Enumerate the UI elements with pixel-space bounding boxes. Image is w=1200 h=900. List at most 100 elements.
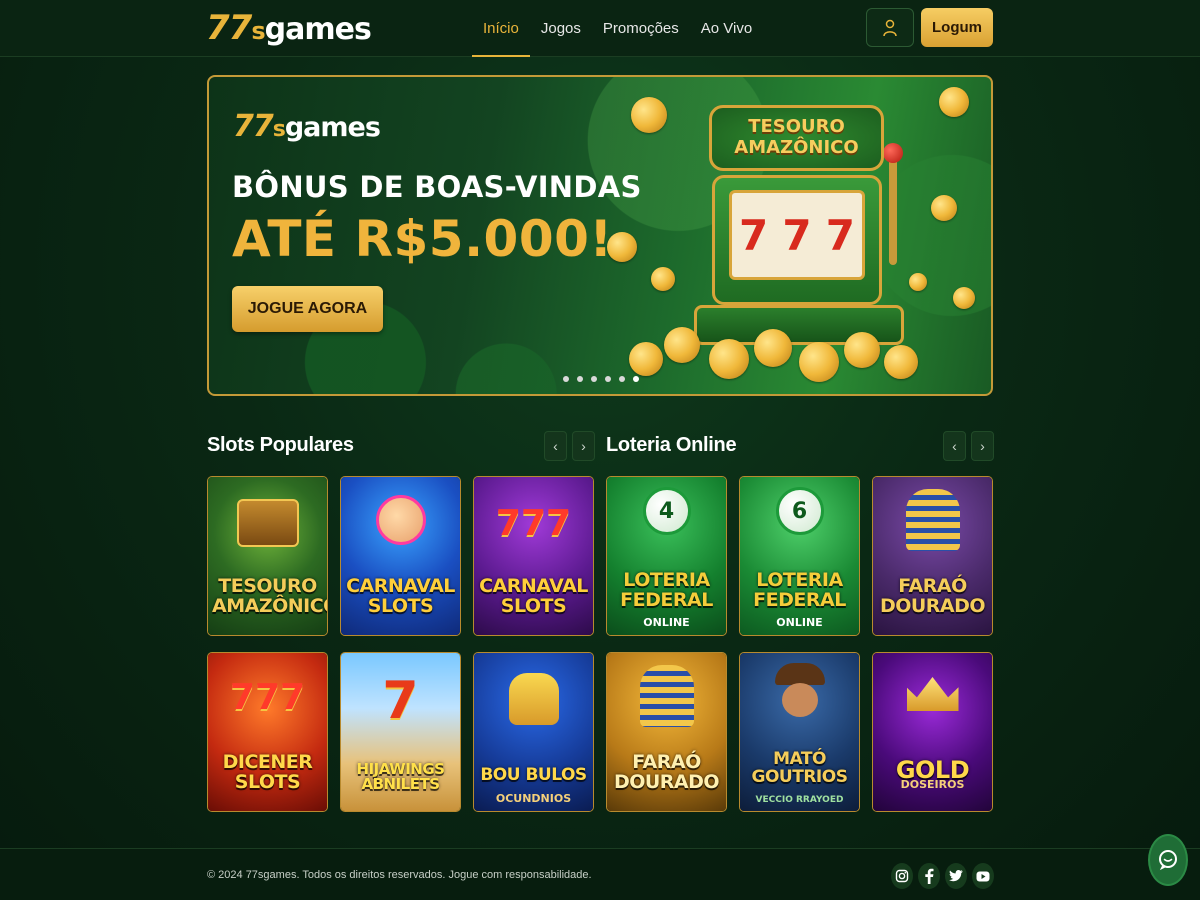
game-title: FARAÓ DOURADO: [879, 575, 986, 618]
game-tile[interactable]: GOLD DOSEIROS: [872, 652, 993, 812]
site-logo[interactable]: 77 s games: [206, 8, 372, 48]
nav-item-jogos[interactable]: Jogos: [530, 0, 592, 57]
game-title: CARNAVAL SLOTS: [346, 575, 455, 618]
game-title: CARNAVAL SLOTS: [479, 575, 588, 618]
game-title: BOU BULOS: [480, 765, 587, 786]
game-tile[interactable]: 777 CARNAVAL SLOTS: [473, 476, 594, 636]
pharaoh-icon: [905, 489, 960, 551]
section-title-slots: Slots Populares: [207, 434, 354, 456]
game-title: LOTERIA FEDERAL: [620, 569, 713, 612]
lottery-prev-button[interactable]: ‹: [943, 431, 966, 461]
slots-prev-button[interactable]: ‹: [544, 431, 567, 461]
game-title: DICENER SLOTS: [222, 751, 313, 794]
banner-amount: ATÉ R$5.000!: [232, 210, 613, 268]
reel-symbol: 7: [782, 210, 812, 260]
reel-symbol: 7: [825, 210, 855, 260]
nav-item-promocoes[interactable]: Promoções: [592, 0, 690, 57]
instagram-link[interactable]: [891, 863, 913, 889]
slot-lever: [889, 155, 897, 265]
banner-logo: 77 s games: [233, 109, 381, 144]
game-tile[interactable]: CARNAVAL SLOTS: [340, 476, 461, 636]
nav-item-ao-vivo[interactable]: Ao Vivo: [690, 0, 763, 57]
game-tile[interactable]: FARAÓ DOURADO: [872, 476, 993, 636]
banner-headline: BÔNUS DE BOAS-VINDAS: [232, 170, 642, 204]
game-subtitle: VECCIO RRAYOED: [755, 795, 844, 805]
carousel-dot[interactable]: [591, 376, 597, 382]
carousel-dot[interactable]: [605, 376, 611, 382]
game-tile[interactable]: 6 LOTERIA FEDERAL ONLINE: [739, 476, 860, 636]
slot-reels: 7 7 7: [729, 190, 865, 280]
slot-lever-knob: [883, 143, 903, 163]
user-account-button[interactable]: [866, 8, 914, 47]
twitter-link[interactable]: [945, 863, 967, 889]
chevron-right-icon: ›: [581, 438, 586, 454]
game-title: MATÓ GOUTRIOS: [751, 749, 848, 788]
slot-sign: TESOURO AMAZÔNICO: [709, 105, 884, 171]
explorer-hat-icon: [774, 663, 825, 685]
nav-item-inicio[interactable]: Início: [472, 0, 530, 57]
coin-decoration: [931, 195, 957, 221]
carousel-dot-active[interactable]: [633, 376, 639, 382]
reel-symbol: 7: [739, 210, 769, 260]
coin-decoration: [953, 287, 975, 309]
coin-decoration: [651, 267, 675, 291]
game-tile[interactable]: FARAÓ DOURADO: [606, 652, 727, 812]
play-now-button[interactable]: JOGUE AGORA: [232, 286, 383, 332]
game-title: TESOURO AMAZÔNICO: [212, 575, 328, 618]
game-tile[interactable]: BOU BULOS OCUNDNIOS: [473, 652, 594, 812]
logo-text: games: [264, 12, 372, 47]
banner-logo-s: s: [272, 117, 286, 142]
game-tile[interactable]: MATÓ GOUTRIOS VECCIO RRAYOED: [739, 652, 860, 812]
carousel-dot[interactable]: [619, 376, 625, 382]
instagram-icon: [895, 869, 909, 883]
main-nav: Início Jogos Promoções Ao Vivo: [472, 0, 763, 57]
slots-next-button[interactable]: ›: [572, 431, 595, 461]
section-title-lottery: Loteria Online: [606, 434, 737, 456]
lucky-seven-icon: 7: [382, 671, 419, 731]
coin-pile: [629, 342, 663, 376]
pharaoh-icon: [639, 665, 694, 727]
top-header: 77 s games Início Jogos Promoções Ao Vivo …: [0, 0, 1200, 57]
login-button[interactable]: Logum: [921, 8, 993, 47]
user-icon: [883, 19, 897, 36]
coin-decoration: [939, 87, 969, 117]
game-title: HIJAWINGS ABNILETS: [356, 759, 445, 794]
lottery-ball-icon: 4: [642, 487, 691, 535]
game-tile[interactable]: 4 LOTERIA FEDERAL ONLINE: [606, 476, 727, 636]
triple-seven-icon: 777: [229, 677, 306, 718]
game-subtitle: ONLINE: [776, 616, 823, 629]
copyright-text: © 2024 77sgames. Todos os direitos reser…: [207, 869, 592, 881]
lottery-ball-icon: 6: [775, 487, 824, 535]
game-tile[interactable]: 7 HIJAWINGS ABNILETS: [340, 652, 461, 812]
facebook-link[interactable]: [918, 863, 940, 889]
game-tile[interactable]: 777 DICENER SLOTS: [207, 652, 328, 812]
triple-seven-icon: 777: [495, 503, 572, 544]
coin-pile: [709, 339, 749, 379]
game-subtitle: ONLINE: [643, 616, 690, 629]
coin-pile: [844, 332, 880, 368]
lottery-next-button[interactable]: ›: [971, 431, 994, 461]
banner-logo-num: 77: [233, 109, 274, 144]
carousel-dot[interactable]: [577, 376, 583, 382]
coin-pile: [664, 327, 700, 363]
promo-banner[interactable]: 7 7 7 TESOURO AMAZÔNICO 77 s games BÔNUS D…: [207, 75, 993, 396]
youtube-link[interactable]: [972, 863, 994, 889]
jester-icon: [375, 495, 426, 545]
game-subtitle: DOSEIROS: [900, 778, 965, 791]
chevron-right-icon: ›: [980, 438, 985, 454]
live-chat-button[interactable]: [1148, 834, 1188, 886]
chevron-left-icon: ‹: [553, 438, 558, 454]
sign-line-2: AMAZÔNICO: [734, 137, 859, 158]
logo-num: 77: [206, 8, 252, 48]
golden-bag-icon: [508, 673, 559, 725]
game-subtitle: OCUNDNIOS: [495, 792, 572, 805]
coin-pile: [754, 329, 792, 367]
banner-logo-text: games: [284, 112, 381, 143]
carousel-dot[interactable]: [563, 376, 569, 382]
coin-decoration: [631, 97, 667, 133]
twitter-icon: [949, 870, 963, 882]
game-title: FARAÓ DOURADO: [613, 751, 720, 794]
carousel-dots: [563, 376, 639, 382]
explorer-face-icon: [781, 683, 818, 717]
game-tile[interactable]: TESOURO AMAZÔNICO: [207, 476, 328, 636]
